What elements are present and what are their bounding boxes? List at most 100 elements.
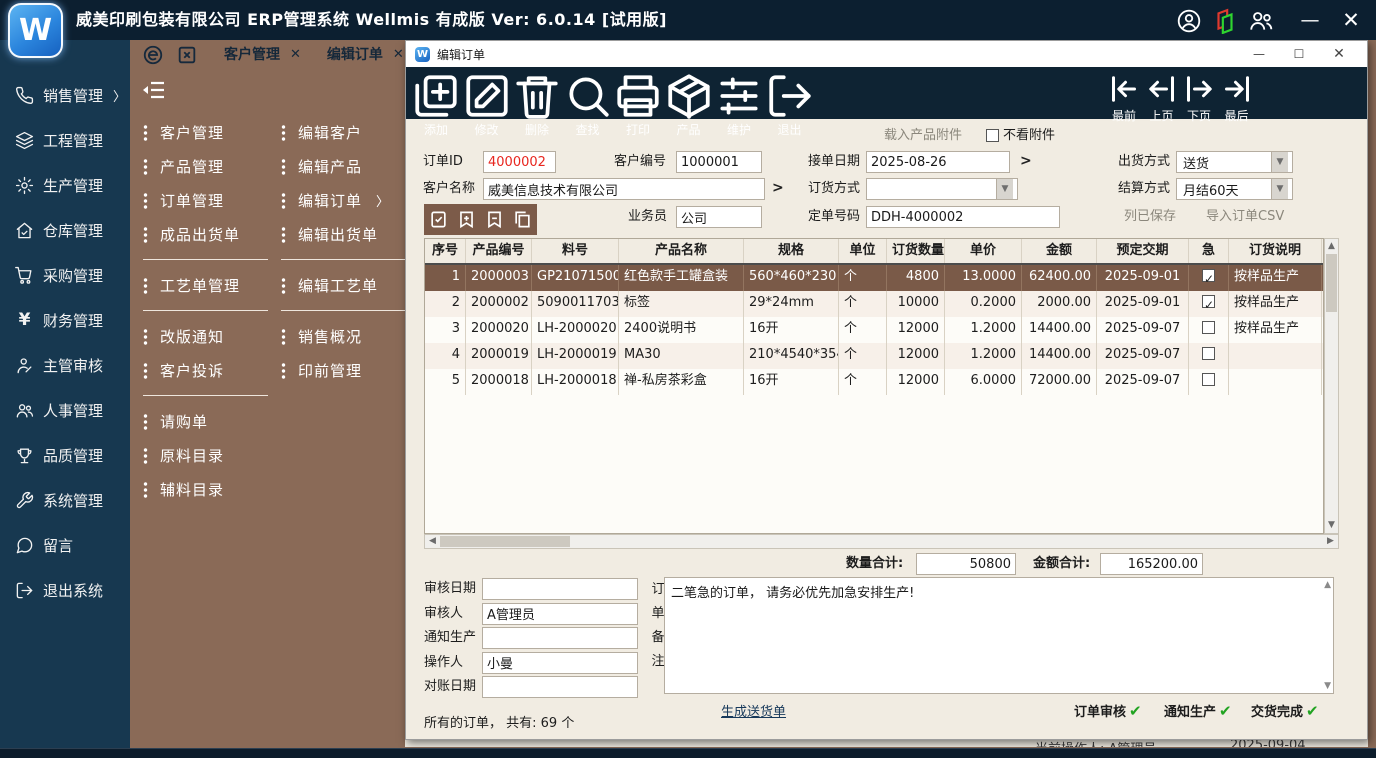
scroll-right-icon[interactable]: ▶ (1324, 535, 1337, 548)
menu-item-left-3-1[interactable]: 原料目录 (143, 438, 271, 472)
scroll-left-icon[interactable]: ◀ (426, 535, 439, 548)
toolbar-button-2[interactable]: 删除 (512, 71, 562, 117)
scroll-down-icon[interactable]: ▼ (1325, 519, 1338, 532)
urgent-checkbox[interactable] (1202, 269, 1215, 282)
window-minimize-button[interactable]: — (1244, 41, 1274, 67)
menu-item-left-3-0[interactable]: 请购单 (143, 404, 271, 438)
nav-button-1[interactable]: 上页 (1144, 71, 1180, 117)
tab-customer-management[interactable]: 客户管理✕ (224, 44, 301, 64)
toolbar-button-7[interactable]: 退出 (765, 71, 815, 117)
copy-icon[interactable] (513, 210, 532, 229)
menu-item-right-0-3[interactable]: 编辑出货单 (281, 217, 409, 251)
receive-date-field[interactable] (866, 151, 1010, 173)
table-row-2[interactable]: 220000025090011703D标签29*24mm个100000.2000… (425, 291, 1323, 317)
menu-item-left-0-1[interactable]: 产品管理 (143, 149, 271, 183)
menu-item-left-3-2[interactable]: 辅料目录 (143, 472, 271, 506)
toolbar-button-3[interactable]: 查找 (563, 71, 613, 117)
toolbar-button-5[interactable]: 产品 (664, 71, 714, 117)
sidebar-item-8[interactable]: 品质管理 (0, 438, 130, 472)
menu-item-right-1-0[interactable]: 编辑工艺单 (281, 268, 409, 302)
menu-item-left-0-3[interactable]: 成品出货单 (143, 217, 271, 251)
column-header[interactable]: 金额 (1022, 239, 1097, 263)
window-maximize-button[interactable]: ☐ (1284, 41, 1314, 67)
bookmark-minus-icon[interactable] (485, 210, 504, 229)
collapse-menu-icon[interactable] (142, 78, 166, 100)
toolbar-button-6[interactable]: 维护 (714, 71, 764, 117)
sidebar-item-11[interactable]: 退出系统 (0, 573, 130, 607)
column-header[interactable]: 订货说明 (1229, 239, 1322, 263)
urgent-checkbox[interactable] (1202, 321, 1215, 334)
tab-edit-order[interactable]: 编辑订单✕ (327, 44, 404, 64)
menu-item-left-1-0[interactable]: 工艺单管理 (143, 268, 271, 302)
menu-item-right-0-2[interactable]: 编辑订单〉 (281, 183, 409, 217)
window-close-button[interactable]: ✕ (1324, 41, 1354, 67)
review-field-0[interactable] (482, 578, 638, 600)
menu-item-left-2-0[interactable]: 改版通知 (143, 319, 271, 353)
column-header[interactable]: 单价 (945, 239, 1022, 263)
menu-item-left-0-2[interactable]: 订单管理 (143, 183, 271, 217)
menu-item-right-2-0[interactable]: 销售概况 (281, 319, 409, 353)
column-header[interactable]: 订货数量 (887, 239, 945, 263)
sidebar-item-1[interactable]: 工程管理 (0, 123, 130, 157)
column-header[interactable]: 序号 (425, 239, 466, 263)
toolbar-button-4[interactable]: 打印 (613, 71, 663, 117)
table-row-4[interactable]: 42000019LH-2000019MA30210*4540*354r个1200… (425, 343, 1323, 369)
order-method-select[interactable]: ▼ (866, 178, 1018, 200)
scroll-up-icon[interactable]: ▲ (1325, 240, 1338, 253)
chevron-down-icon[interactable]: ▼ (996, 179, 1013, 199)
review-field-2[interactable] (482, 627, 638, 649)
tab-close-icon[interactable]: ✕ (290, 47, 301, 62)
scrollbar-thumb[interactable] (1326, 254, 1337, 312)
table-row-5[interactable]: 52000018LH-2000018禅-私房茶彩盒16开个120006.0000… (425, 369, 1323, 395)
scrollbar-thumb[interactable] (440, 536, 570, 547)
modules-icon[interactable] (1212, 8, 1238, 34)
vertical-scrollbar[interactable]: ▲ ▼ (1324, 238, 1339, 534)
nav-button-3[interactable]: 最后 (1219, 71, 1255, 117)
column-header[interactable]: 急 (1189, 239, 1229, 263)
menu-item-right-0-0[interactable]: 编辑客户 (281, 115, 409, 149)
column-header[interactable]: 产品名称 (619, 239, 744, 263)
clipboard-check-icon[interactable] (429, 210, 448, 229)
nav-button-2[interactable]: 下页 (1181, 71, 1217, 117)
customer-no-field[interactable] (676, 151, 762, 173)
sidebar-item-0[interactable]: 销售管理〉 (0, 78, 130, 112)
customer-name-expand-icon[interactable]: > (772, 180, 784, 196)
chevron-down-icon[interactable]: ▼ (1271, 152, 1288, 172)
settle-method-select[interactable]: 月结60天 ▼ (1176, 178, 1293, 200)
column-header[interactable]: 产品编号 (466, 239, 532, 263)
order-remark-textarea[interactable]: 二笔急的订单， 请务必优先加急安排生产! ▲ ▼ (664, 577, 1334, 694)
chevron-down-icon[interactable]: ▼ (1271, 179, 1288, 199)
review-field-1[interactable] (482, 603, 638, 625)
urgent-checkbox[interactable] (1202, 347, 1215, 360)
user-circle-icon[interactable] (1176, 8, 1202, 34)
app-minimize-button[interactable]: — (1293, 0, 1327, 40)
columns-saved-label[interactable]: 列已保存 (1124, 206, 1176, 228)
toolbar-button-1[interactable]: 修改 (462, 71, 512, 117)
toolbar-button-0[interactable]: 添加 (411, 71, 461, 117)
menu-item-right-0-1[interactable]: 编辑产品 (281, 149, 409, 183)
sidebar-item-4[interactable]: 采购管理 (0, 258, 130, 292)
table-row-3[interactable]: 32000020LH-20000202400说明书16开个120001.2000… (425, 317, 1323, 343)
sidebar-item-3[interactable]: 仓库管理 (0, 213, 130, 247)
urgent-checkbox[interactable] (1202, 373, 1215, 386)
sidebar-item-6[interactable]: 主管审核 (0, 348, 130, 382)
tab-close-icon[interactable]: ✕ (393, 47, 404, 62)
review-field-3[interactable] (482, 652, 638, 674)
scroll-up-icon[interactable]: ▲ (1324, 580, 1331, 590)
sidebar-item-9[interactable]: 系统管理 (0, 483, 130, 517)
salesman-field[interactable] (676, 206, 762, 228)
link-icon[interactable] (142, 44, 164, 64)
column-header[interactable]: 规格 (744, 239, 839, 263)
sidebar-item-7[interactable]: 人事管理 (0, 393, 130, 427)
menu-item-left-0-0[interactable]: 客户管理 (143, 115, 271, 149)
sidebar-item-10[interactable]: 留言 (0, 528, 130, 562)
nav-button-0[interactable]: 最前 (1106, 71, 1142, 117)
menu-item-left-2-1[interactable]: 客户投诉 (143, 353, 271, 387)
order-id-field[interactable] (483, 151, 556, 173)
customer-name-field[interactable] (483, 178, 765, 200)
order-no-field[interactable] (866, 206, 1060, 228)
urgent-checkbox[interactable] (1202, 295, 1215, 308)
column-header[interactable]: 料号 (532, 239, 619, 263)
hide-attachment-checkbox[interactable] (986, 129, 999, 142)
column-header[interactable]: 单位 (839, 239, 887, 263)
